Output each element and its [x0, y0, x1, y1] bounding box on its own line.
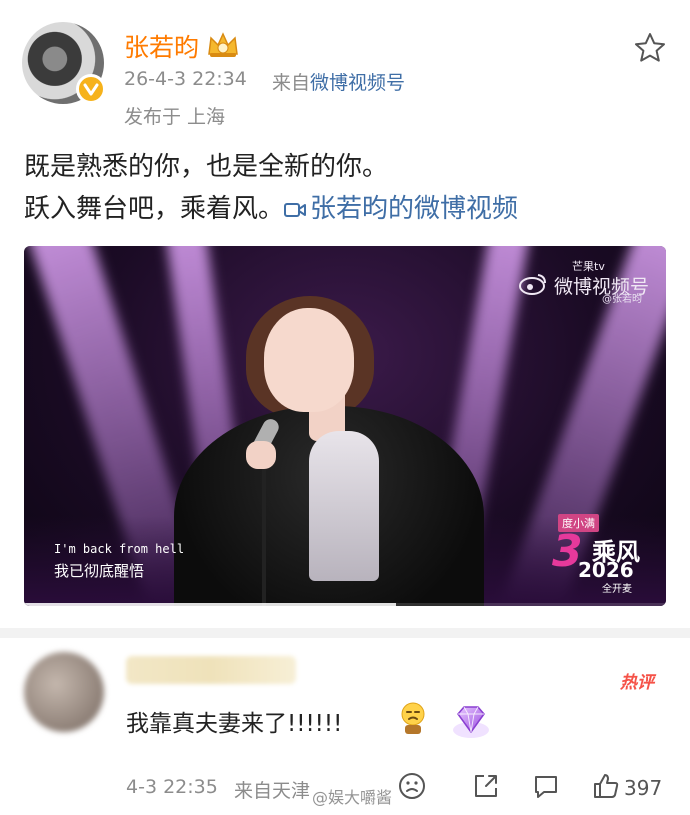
post-source: 来自微博视频号 — [272, 68, 405, 95]
diamond-gem-icon — [453, 706, 489, 738]
from-prefix: 来自 — [272, 72, 311, 94]
subtitle-chinese: 我已彻底醒悟 — [54, 562, 145, 580]
post-location: 发布于 上海 — [124, 106, 226, 128]
post-line-2: 跃入舞台吧，乘着风。 张若昀的微博视频 — [24, 188, 674, 230]
reaction-face-icon[interactable] — [396, 770, 428, 802]
author-name[interactable]: 张若昀 — [124, 28, 199, 64]
video-player[interactable]: 芒果tv 微博视频号 @张若昀 I'm back from hell 我已彻底醒… — [24, 246, 666, 606]
hot-comment-badge: 热评 — [620, 673, 654, 693]
comment-reply-icon[interactable] — [530, 770, 562, 802]
commenter-avatar[interactable] — [24, 652, 104, 732]
verified-icon — [76, 74, 106, 104]
show-year: 2026 — [578, 558, 634, 582]
post-line-2-text: 跃入舞台吧，乘着风。 — [24, 194, 285, 224]
image-watermark: @娱大嚼酱 — [312, 788, 393, 807]
video-link[interactable]: 张若昀的微博视频 — [284, 194, 518, 224]
video-link-label: 张若昀的微博视频 — [310, 194, 519, 224]
comment-text: 我靠真夫妻来了!!!!!! — [126, 711, 343, 737]
dizzy-emoji-icon — [401, 702, 425, 734]
comment-location: 来自天津 — [234, 780, 311, 802]
post-body: 既是熟悉的你，也是全新的你。 跃入舞台吧，乘着风。 张若昀的微博视频 — [24, 146, 674, 230]
video-camera-icon — [284, 202, 307, 217]
video-progress-bar[interactable] — [24, 603, 666, 606]
crown-badge-icon — [208, 32, 238, 57]
favorite-star-icon[interactable] — [632, 30, 668, 66]
post-line-1: 既是熟悉的你，也是全新的你。 — [24, 152, 389, 182]
mic-stand — [262, 446, 266, 606]
post-time: 26-4-3 22:34 — [124, 68, 247, 90]
singer-hand — [246, 441, 276, 469]
comment-time: 4-3 22:35 — [126, 776, 218, 798]
singer-dress — [309, 431, 379, 581]
author-avatar[interactable] — [22, 22, 106, 104]
commenter-name-blurred[interactable] — [126, 656, 296, 684]
like-thumb-icon[interactable] — [590, 770, 622, 802]
show-subtitle: 全开麦 — [602, 584, 632, 595]
weibo-logo-icon — [519, 274, 546, 295]
share-icon[interactable] — [470, 770, 502, 802]
show-logo: 度小满 3 乘风 2026 全开麦 — [552, 508, 662, 598]
subtitle-english: I'm back from hell — [54, 542, 185, 556]
like-count: 397 — [624, 776, 663, 800]
singer-face — [264, 308, 354, 412]
section-divider — [0, 628, 690, 638]
source-link[interactable]: 微博视频号 — [310, 72, 405, 94]
watermark-user: @张若昀 — [602, 294, 642, 305]
video-progress-fill — [24, 603, 397, 606]
